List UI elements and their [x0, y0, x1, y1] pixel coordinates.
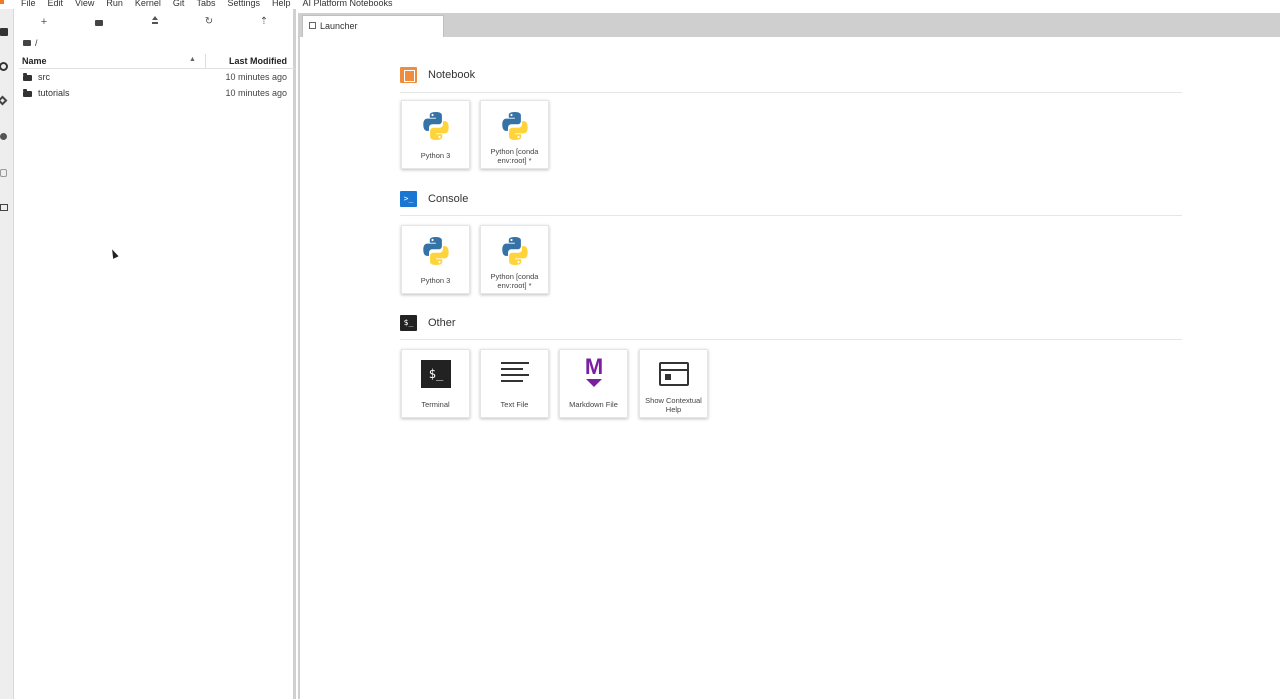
file-browser-icon[interactable] — [0, 28, 8, 36]
breadcrumb-path[interactable]: / — [35, 38, 38, 48]
section-other: $_ Other — [400, 315, 456, 331]
tab-label: Launcher — [320, 21, 358, 31]
column-header-name[interactable]: Name — [22, 56, 47, 66]
folder-icon — [23, 89, 32, 97]
file-list-header: Name ▲ Last Modified — [19, 54, 295, 69]
menu-git[interactable]: Git — [173, 0, 185, 9]
folder-icon — [23, 73, 32, 81]
menu-ai-platform-notebooks[interactable]: AI Platform Notebooks — [303, 0, 393, 9]
card-label: Text File — [500, 400, 529, 409]
git-icon[interactable] — [0, 95, 8, 106]
running-sessions-icon[interactable] — [0, 62, 8, 71]
menu-kernel[interactable]: Kernel — [135, 0, 161, 9]
file-name: tutorials — [38, 88, 70, 98]
launcher-card-console-python-conda[interactable]: Python [conda env:root] * — [480, 225, 549, 294]
new-launcher-button[interactable]: + — [36, 15, 52, 29]
notebook-icon — [400, 67, 417, 83]
file-name: src — [38, 72, 50, 82]
column-header-last-modified[interactable]: Last Modified — [229, 56, 287, 66]
launcher-card-markdown-file[interactable]: M Markdown File — [559, 349, 628, 418]
menu-help[interactable]: Help — [272, 0, 291, 9]
markdown-icon: M — [580, 356, 608, 390]
card-label: Markdown File — [569, 400, 618, 409]
file-row-tutorials[interactable]: tutorials 10 minutes ago — [19, 86, 295, 102]
other-section-icon: $_ — [400, 315, 417, 331]
upload-icon — [152, 16, 158, 24]
home-folder-icon[interactable] — [23, 40, 31, 46]
card-label: Python 3 — [420, 276, 451, 285]
markdown-letter: M — [584, 354, 604, 379]
menu-items: File Edit View Run Kernel Git Tabs Setti… — [21, 0, 405, 9]
python-logo-icon — [423, 112, 449, 140]
launcher: Notebook Python 3 Python [conda env:root… — [298, 37, 1280, 699]
launcher-card-text-file[interactable]: Text File — [480, 349, 549, 418]
menu-tabs[interactable]: Tabs — [196, 0, 215, 9]
section-divider — [400, 92, 1182, 93]
tab-launcher[interactable]: Launcher — [302, 15, 444, 37]
open-tabs-icon[interactable] — [0, 169, 7, 177]
text-file-icon — [501, 362, 529, 386]
launcher-card-notebook-python3[interactable]: Python 3 — [401, 100, 470, 169]
section-title-notebook: Notebook — [428, 69, 476, 81]
section-divider — [400, 215, 1182, 216]
file-row-src[interactable]: src 10 minutes ago — [19, 70, 295, 86]
launcher-card-terminal[interactable]: $_ Terminal — [401, 349, 470, 418]
contextual-help-icon — [659, 362, 689, 386]
menu-edit[interactable]: Edit — [48, 0, 64, 9]
launcher-card-notebook-python-conda[interactable]: Python [conda env:root] * — [480, 100, 549, 169]
card-label: Terminal — [421, 400, 450, 409]
card-label: Python [conda env:root] * — [490, 147, 539, 165]
new-folder-button[interactable] — [91, 15, 107, 29]
menu-run[interactable]: Run — [106, 0, 123, 9]
console-icon: >_ — [400, 191, 417, 207]
jupyter-logo-icon — [0, 0, 4, 4]
section-console: >_ Console — [400, 191, 468, 207]
section-title-other: Other — [428, 317, 456, 329]
tab-bar: Launcher — [298, 13, 1280, 37]
section-title-console: Console — [428, 193, 469, 205]
terminal-icon: $_ — [421, 360, 451, 388]
extension-manager-icon[interactable] — [0, 204, 8, 211]
command-palette-icon[interactable] — [0, 133, 7, 140]
file-modified: 10 minutes ago — [225, 88, 287, 98]
plus-icon: + — [40, 16, 48, 28]
launcher-card-console-python3[interactable]: Python 3 — [401, 225, 470, 294]
markdown-arrow-icon — [586, 379, 602, 387]
column-divider[interactable] — [205, 54, 206, 69]
python-logo-icon — [502, 237, 528, 265]
activity-bar — [0, 9, 14, 699]
launcher-tab-icon — [309, 22, 316, 29]
section-notebook: Notebook — [400, 67, 475, 83]
file-browser-toolbar: + ↻ ⇡ — [14, 15, 296, 33]
file-modified: 10 minutes ago — [225, 72, 287, 82]
section-divider — [400, 339, 1182, 340]
python-logo-icon — [502, 112, 528, 140]
python-logo-icon — [423, 237, 449, 265]
card-label: Show Contextual Help — [645, 396, 702, 414]
menu-bar: File Edit View Run Kernel Git Tabs Setti… — [0, 0, 1280, 9]
mouse-cursor-icon — [109, 248, 119, 259]
card-label: Python 3 — [420, 151, 451, 160]
refresh-icon: ↻ — [204, 16, 214, 27]
file-browser-panel: + ↻ ⇡ / Name ▲ Last Modified src 10 minu… — [14, 9, 296, 699]
git-clone-button[interactable]: ⇡ — [256, 15, 272, 29]
refresh-button[interactable]: ↻ — [201, 15, 217, 29]
git-clone-icon: ⇡ — [259, 16, 269, 27]
menu-file[interactable]: File — [21, 0, 36, 9]
upload-button[interactable] — [147, 15, 163, 29]
new-folder-icon — [95, 20, 103, 26]
sort-arrow-icon: ▲ — [189, 56, 196, 63]
launcher-card-contextual-help[interactable]: Show Contextual Help — [639, 349, 708, 418]
menu-view[interactable]: View — [75, 0, 94, 9]
card-label: Python [conda env:root] * — [490, 272, 539, 290]
breadcrumb: / — [23, 38, 38, 48]
menu-settings[interactable]: Settings — [227, 0, 260, 9]
main-area: Launcher Notebook Python 3 Python [conda… — [298, 9, 1280, 699]
